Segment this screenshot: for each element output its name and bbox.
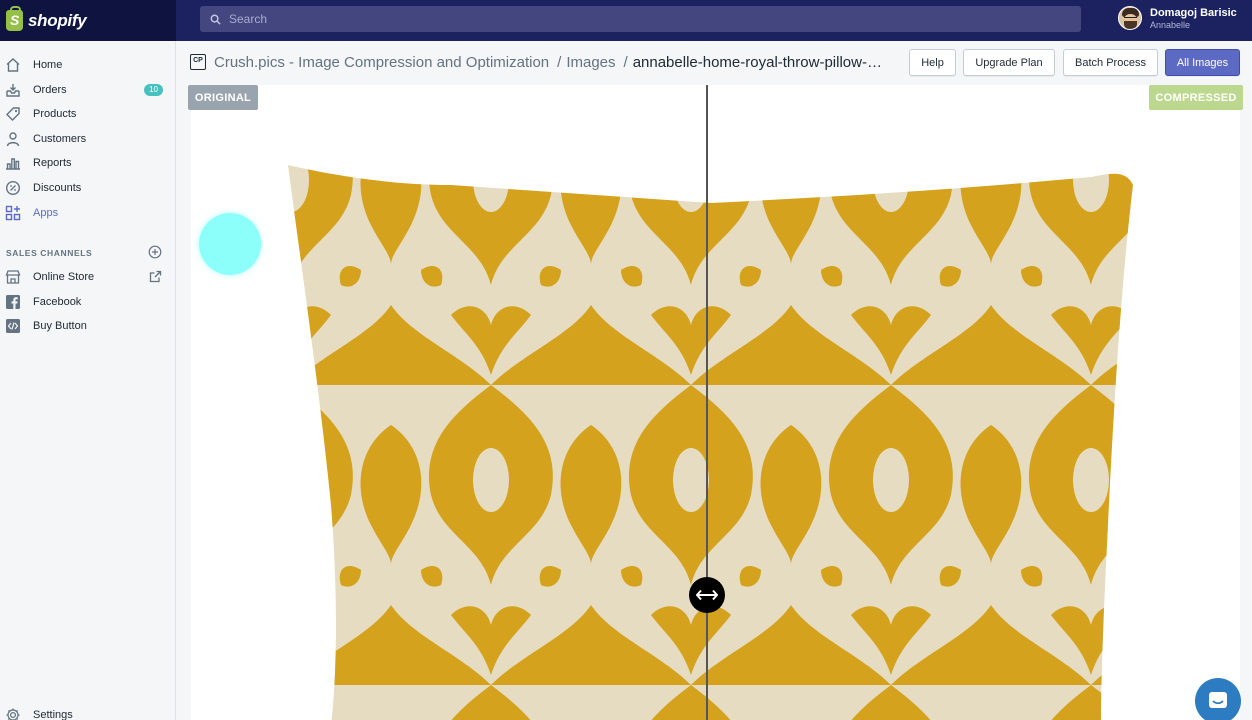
comparison-slider-handle[interactable]	[689, 577, 725, 613]
sidebar-item-label: Apps	[33, 207, 59, 219]
discount-icon	[5, 180, 21, 196]
sidebar-item-label: Buy Button	[33, 320, 87, 332]
sidebar-item-reports[interactable]: Reports	[0, 151, 175, 175]
tag-icon	[5, 106, 21, 122]
store-icon	[5, 269, 21, 285]
sidebar-item-label: Orders	[33, 84, 67, 96]
breadcrumb-separator: /	[623, 53, 628, 71]
original-label: ORIGINAL	[188, 85, 258, 110]
search-icon	[210, 14, 221, 25]
sidebar-item-online-store[interactable]: Online Store	[0, 265, 175, 289]
upgrade-plan-button[interactable]: Upgrade Plan	[963, 49, 1055, 76]
sidebar-item-orders[interactable]: Orders 10	[0, 78, 175, 102]
person-icon	[5, 131, 21, 147]
user-menu[interactable]: Domagoj Barisic Annabelle	[1118, 6, 1237, 30]
sidebar-item-label: Discounts	[33, 182, 82, 194]
breadcrumb-images-link[interactable]: Images	[566, 54, 615, 71]
sidebar-item-label: Products	[33, 108, 77, 120]
sidebar-item-settings[interactable]: Settings	[0, 703, 175, 720]
sidebar-item-home[interactable]: Home	[0, 53, 175, 77]
product-image-pillow	[191, 85, 1240, 720]
code-icon	[5, 318, 21, 334]
brand-name: shopify	[28, 10, 87, 30]
compressed-label: COMPRESSED	[1149, 85, 1243, 110]
crush-pics-app-icon: CP	[190, 54, 206, 70]
gear-icon	[5, 707, 21, 720]
orders-count-badge: 10	[144, 84, 163, 96]
home-icon	[5, 57, 21, 73]
breadcrumb: CP Crush.pics - Image Compression and Op…	[190, 48, 889, 76]
comparison-divider[interactable]	[706, 85, 708, 720]
avatar	[1118, 6, 1142, 30]
shopify-bag-icon: S	[6, 6, 23, 31]
add-channel-icon[interactable]	[148, 245, 162, 259]
user-name: Domagoj Barisic	[1150, 6, 1237, 19]
sidebar-item-products[interactable]: Products	[0, 102, 175, 126]
page-title: annabelle-home-royal-throw-pillow-yellow	[632, 53, 889, 71]
sidebar-item-label: Settings	[33, 709, 73, 720]
sidebar-item-label: Customers	[33, 133, 87, 145]
sidebar: Home Orders 10 Products Customers Report…	[0, 41, 176, 720]
sidebar-item-label: Home	[33, 59, 63, 71]
image-comparison-viewer[interactable]	[191, 85, 1240, 720]
sidebar-item-buy-button[interactable]: Buy Button	[0, 314, 175, 338]
search-bar[interactable]	[200, 6, 1081, 32]
double-arrow-icon	[696, 589, 718, 601]
shopify-logo[interactable]: S shopify	[0, 0, 176, 41]
external-link-icon[interactable]	[149, 270, 162, 283]
cursor-highlight	[199, 213, 261, 275]
chat-launcher-button[interactable]	[1195, 678, 1241, 720]
sidebar-item-apps[interactable]: Apps	[0, 201, 175, 225]
chat-icon	[1209, 692, 1227, 708]
batch-process-button[interactable]: Batch Process	[1063, 49, 1158, 76]
sidebar-item-discounts[interactable]: Discounts	[0, 176, 175, 200]
orders-icon	[5, 82, 21, 98]
facebook-icon	[5, 294, 21, 310]
store-name: Annabelle	[1150, 19, 1191, 30]
sidebar-item-label: Online Store	[33, 271, 95, 283]
sidebar-item-customers[interactable]: Customers	[0, 127, 175, 151]
help-button[interactable]: Help	[909, 49, 956, 76]
sidebar-item-label: Reports	[33, 157, 72, 169]
breadcrumb-separator: /	[557, 53, 562, 71]
breadcrumb-app-link[interactable]: Crush.pics - Image Compression and Optim…	[214, 54, 549, 71]
top-bar: S shopify Domagoj Barisic Annabelle	[0, 0, 1252, 41]
sidebar-item-facebook[interactable]: Facebook	[0, 290, 175, 314]
sidebar-item-label: Facebook	[33, 296, 82, 308]
sales-channels-heading: SALES CHANNELS	[6, 248, 93, 258]
search-input[interactable]	[229, 12, 1049, 26]
apps-icon	[5, 205, 21, 221]
all-images-button[interactable]: All Images	[1165, 49, 1240, 76]
bar-chart-icon	[5, 155, 21, 171]
